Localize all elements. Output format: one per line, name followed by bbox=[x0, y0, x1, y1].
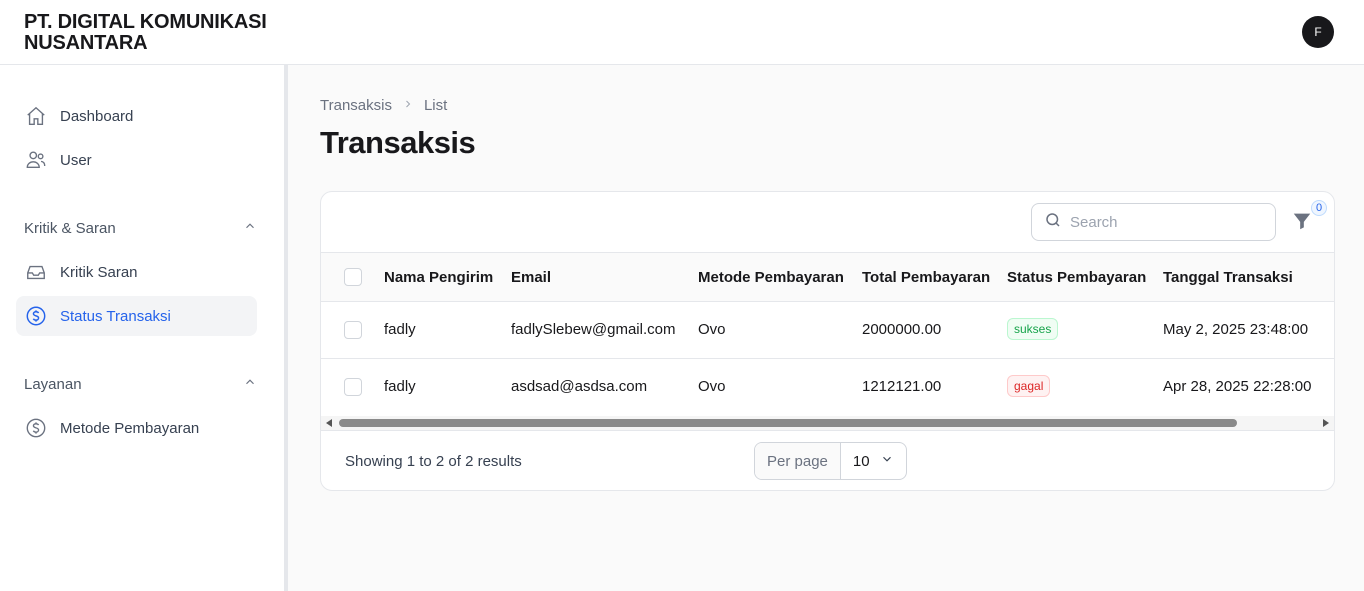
status-badge: gagal bbox=[1007, 375, 1051, 397]
sidebar-group-label: Layanan bbox=[24, 375, 82, 393]
chevron-up-icon[interactable] bbox=[243, 375, 257, 393]
scroll-left-arrow-icon[interactable] bbox=[326, 419, 332, 427]
cell-email: asdsad@asdsa.com bbox=[511, 378, 648, 395]
search-box[interactable] bbox=[1031, 203, 1276, 241]
scroll-right-arrow-icon[interactable] bbox=[1323, 419, 1329, 427]
scrollbar-thumb[interactable] bbox=[339, 419, 1237, 427]
table-header: Nama Pengirim Email Metode Pembayaran To… bbox=[321, 252, 1334, 302]
cell-total: 2000000.00 bbox=[862, 321, 942, 338]
per-page-value[interactable]: 10 bbox=[841, 443, 906, 479]
results-summary: Showing 1 to 2 of 2 results bbox=[345, 453, 522, 470]
table-card: 0 Nama Pengirim Email Metode Pembayaran … bbox=[320, 191, 1335, 491]
column-header[interactable]: Metode Pembayaran bbox=[698, 269, 844, 286]
cell-nama: fadly bbox=[384, 378, 416, 395]
dollar-circle-icon bbox=[24, 304, 48, 328]
status-badge: sukses bbox=[1007, 318, 1059, 340]
breadcrumb-item-list: List bbox=[423, 97, 448, 114]
sidebar-item-dashboard[interactable]: Dashboard bbox=[16, 96, 257, 136]
top-bar: PT. DIGITAL KOMUNIKASI NUSANTARA F bbox=[0, 0, 1364, 65]
users-icon bbox=[24, 148, 48, 172]
sidebar-item-status-transaksi[interactable]: Status Transaksi bbox=[16, 296, 257, 336]
sidebar-group-kritik-saran[interactable]: Kritik & Saran bbox=[24, 219, 257, 237]
sidebar-item-metode-pembayaran[interactable]: Metode Pembayaran bbox=[16, 408, 257, 448]
search-input[interactable] bbox=[1070, 213, 1250, 231]
filter-count-badge: 0 bbox=[1311, 200, 1327, 216]
brand-name[interactable]: PT. DIGITAL KOMUNIKASI NUSANTARA bbox=[24, 12, 304, 54]
cell-metode: Ovo bbox=[698, 378, 726, 395]
chevron-down-icon bbox=[880, 452, 894, 470]
column-header[interactable]: Nama Pengirim bbox=[384, 269, 493, 286]
breadcrumb: Transaksis List bbox=[320, 97, 447, 114]
sidebar-group-layanan[interactable]: Layanan bbox=[24, 375, 257, 393]
sidebar-item-label: Status Transaksi bbox=[60, 307, 171, 325]
cell-metode: Ovo bbox=[698, 321, 726, 338]
row-checkbox[interactable] bbox=[344, 321, 362, 339]
horizontal-scrollbar[interactable] bbox=[321, 416, 1334, 430]
main-content: Transaksis List Transaksis 0 Nama Pengir… bbox=[292, 65, 1364, 591]
table-row[interactable]: fadly fadlySlebew@gmail.com Ovo 2000000.… bbox=[321, 302, 1334, 359]
search-icon bbox=[1044, 211, 1062, 234]
avatar[interactable]: F bbox=[1302, 16, 1334, 48]
breadcrumb-item-transaksis[interactable]: Transaksis bbox=[320, 97, 392, 114]
cell-nama: fadly bbox=[384, 321, 416, 338]
sidebar-item-label: Dashboard bbox=[60, 107, 134, 125]
cell-total: 1212121.00 bbox=[862, 378, 942, 395]
chevron-right-icon bbox=[402, 97, 414, 114]
cell-tanggal: Apr 28, 2025 22:28:00 bbox=[1163, 378, 1312, 395]
per-page-value-text: 10 bbox=[852, 452, 870, 470]
sidebar-item-kritik-saran[interactable]: Kritik Saran bbox=[16, 252, 257, 292]
cell-email: fadlySlebew@gmail.com bbox=[511, 321, 676, 338]
cell-tanggal: May 2, 2025 23:48:00 bbox=[1163, 321, 1309, 338]
column-header[interactable]: Tanggal Transaksi bbox=[1163, 269, 1293, 286]
select-all-checkbox[interactable] bbox=[344, 268, 362, 286]
column-header[interactable]: Status Pembayaran bbox=[1007, 269, 1146, 286]
chevron-up-icon[interactable] bbox=[243, 219, 257, 237]
sidebar-item-label: Metode Pembayaran bbox=[60, 419, 200, 437]
sidebar-item-user[interactable]: User bbox=[16, 140, 257, 180]
per-page-label: Per page bbox=[755, 443, 841, 479]
sidebar-item-label: Kritik Saran bbox=[60, 263, 138, 281]
row-checkbox[interactable] bbox=[344, 378, 362, 396]
column-header[interactable]: Total Pembayaran bbox=[862, 269, 990, 286]
inbox-icon bbox=[24, 260, 48, 284]
sidebar-item-label: User bbox=[60, 151, 92, 169]
page-title: Transaksis bbox=[320, 125, 476, 160]
filter-icon[interactable] bbox=[1291, 210, 1313, 234]
column-header[interactable]: Email bbox=[511, 269, 551, 286]
table-footer: Showing 1 to 2 of 2 results Per page 10 bbox=[321, 430, 1334, 490]
sidebar-group-label: Kritik & Saran bbox=[24, 219, 116, 237]
per-page-select[interactable]: Per page 10 bbox=[754, 442, 907, 480]
table-row[interactable]: fadly asdsad@asdsa.com Ovo 1212121.00 ga… bbox=[321, 359, 1334, 416]
dollar-circle-icon bbox=[24, 416, 48, 440]
sidebar: Dashboard User Kritik & Saran Kritik Sar… bbox=[0, 65, 288, 591]
home-icon bbox=[24, 104, 48, 128]
